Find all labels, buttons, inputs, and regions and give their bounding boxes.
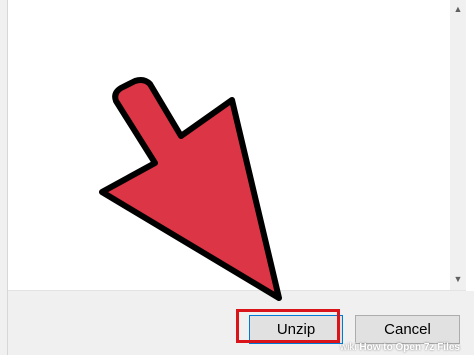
cancel-button[interactable]: Cancel xyxy=(355,315,460,344)
scroll-down-icon[interactable]: ▼ xyxy=(453,274,463,284)
page: ▲ ▼ Unzip Cancel wiki How to Open 7z Fil… xyxy=(0,0,474,355)
watermark-wiki: wiki xyxy=(339,342,357,353)
watermark: wiki How to Open 7z Files xyxy=(340,342,460,353)
vertical-scrollbar[interactable]: ▲ ▼ xyxy=(450,0,466,290)
watermark-title: How to Open 7z Files xyxy=(359,342,460,353)
scroll-up-icon[interactable]: ▲ xyxy=(453,4,463,14)
unzip-button[interactable]: Unzip xyxy=(249,315,343,344)
content-panel: ▲ ▼ xyxy=(8,0,466,291)
window-left-edge xyxy=(0,0,8,355)
